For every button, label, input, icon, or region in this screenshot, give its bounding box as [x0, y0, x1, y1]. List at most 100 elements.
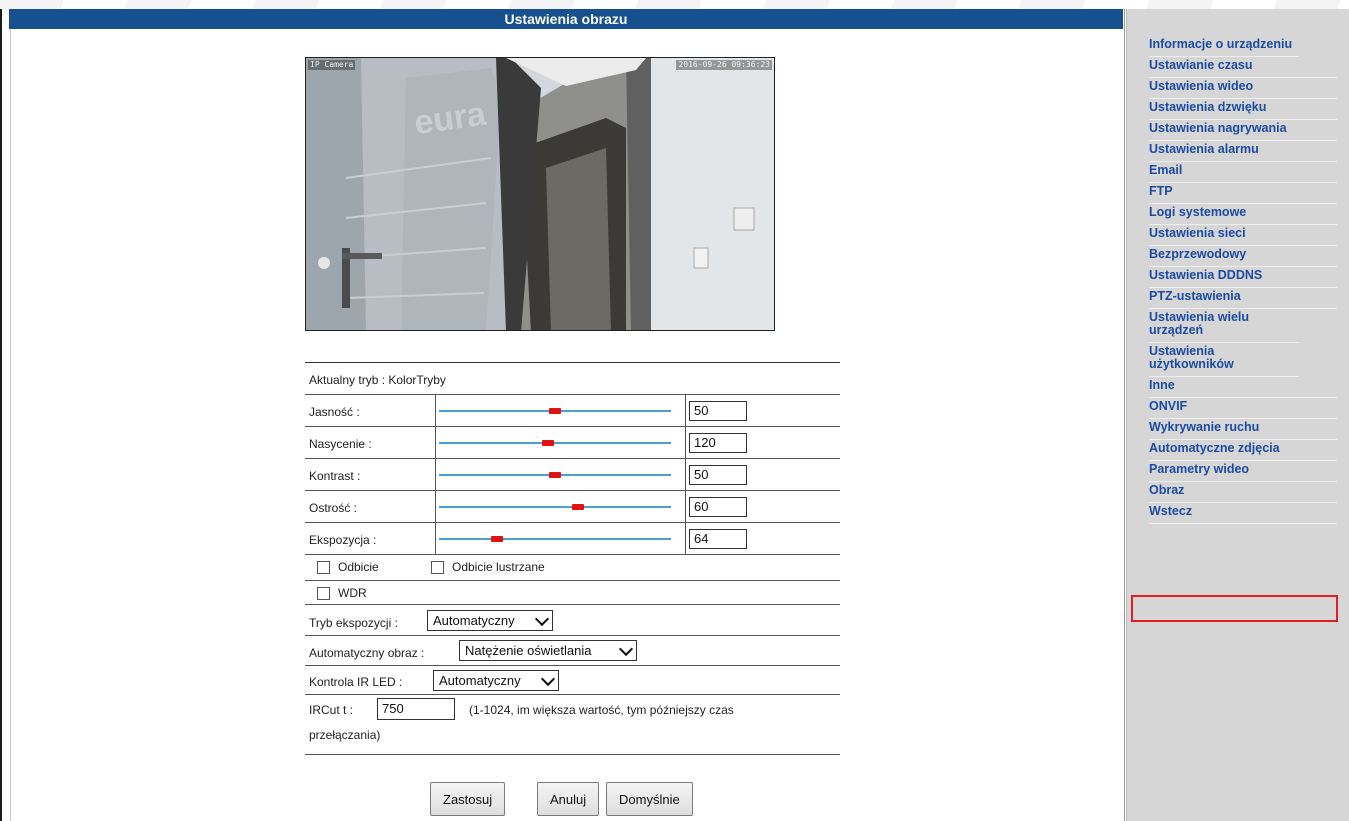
mirror-row: Odbicie Odbicie lustrzane	[305, 555, 840, 581]
odbicie-lustrzane-label: Odbicie lustrzane	[452, 560, 545, 574]
cell-divider	[685, 459, 686, 490]
ir-led-value: Automatyczny	[439, 673, 521, 688]
chevron-down-icon	[618, 641, 634, 657]
sidebar-item-ustawienia-dddns[interactable]: Ustawienia DDDNS	[1149, 267, 1337, 288]
slider-track[interactable]	[439, 442, 671, 444]
slider-row: Jasność : 50	[305, 395, 840, 427]
sidebar: Informacje o urządzeniu Ustawianie czasu U…	[1126, 9, 1349, 821]
odbicie-lustrzane-checkbox[interactable]	[431, 561, 444, 575]
cancel-button[interactable]: Anuluj	[537, 782, 600, 816]
sidebar-item-automatyczne-zdjecia[interactable]: Automatyczne zdjęcia	[1149, 440, 1337, 461]
camera-preview-image: eura	[306, 58, 774, 330]
current-mode-label: Aktualny tryb : KolorTryby	[309, 373, 446, 387]
odbicie-checkbox-wrap[interactable]: Odbicie	[317, 560, 379, 575]
top-decorative-strip	[0, 0, 1349, 9]
odbicie-lustrzane-checkbox-wrap[interactable]: Odbicie lustrzane	[431, 560, 545, 575]
slider-row: Kontrast : 50	[305, 459, 840, 491]
ir-led-select[interactable]: Automatyczny	[433, 670, 559, 691]
cell-divider	[685, 395, 686, 426]
cell-divider	[435, 491, 436, 522]
slider-value-input[interactable]: 50	[689, 401, 747, 421]
slider-track[interactable]	[439, 538, 671, 540]
sidebar-item-ptz-ustawienia[interactable]: PTZ-ustawienia	[1149, 288, 1337, 309]
odbicie-checkbox[interactable]	[317, 561, 330, 575]
slider-label: Ekspozycja :	[309, 533, 377, 547]
active-item-highlight	[1131, 595, 1338, 622]
sidebar-item-inne[interactable]: Inne	[1149, 377, 1337, 398]
sidebar-item-informacje-o-urzadzeniu[interactable]: Informacje o urządzeniu	[1149, 36, 1299, 57]
slider-row: Ekspozycja : 64	[305, 523, 840, 555]
slider-thumb[interactable]	[542, 440, 554, 446]
cell-divider	[435, 459, 436, 490]
exposure-mode-select[interactable]: Automatyczny	[427, 610, 553, 631]
slider-label: Jasność :	[309, 405, 360, 419]
osd-camera-name: IP Camera	[308, 60, 356, 70]
current-mode-row: Aktualny tryb : KolorTryby	[305, 363, 840, 395]
auto-image-label: Automatyczny obraz :	[309, 646, 425, 660]
osd-timestamp: 2016-09-26 09:36:23	[676, 60, 772, 70]
auto-image-row: Automatyczny obraz : Natężenie oświetlan…	[305, 636, 840, 666]
chevron-down-icon	[540, 671, 556, 687]
cell-divider	[685, 523, 686, 554]
slider-row: Ostrość : 60	[305, 491, 840, 523]
auto-image-value: Natężenie oświetlania	[465, 643, 592, 658]
sidebar-item-wstecz[interactable]: Wstecz	[1149, 503, 1337, 524]
exposure-mode-row: Tryb ekspozycji : Automatyczny	[305, 605, 840, 636]
page-title: Ustawienia obrazu	[9, 9, 1123, 29]
image-settings-table: Aktualny tryb : KolorTryby Jasność : 50 Na…	[305, 362, 840, 755]
slider-label: Ostrość :	[309, 501, 358, 515]
sidebar-item-ustawienia-wideo[interactable]: Ustawienia wideo	[1149, 78, 1337, 99]
slider-thumb[interactable]	[572, 504, 584, 510]
camera-preview: eura IP Camera 2016-09-26 09:36:23	[305, 57, 775, 331]
sidebar-item-ustawienia-dzwieku[interactable]: Ustawienia dzwięku	[1149, 99, 1337, 120]
slider-label: Nasycenie :	[309, 437, 372, 451]
slider-label: Kontrast :	[309, 469, 361, 483]
cell-divider	[685, 427, 686, 458]
wdr-row: WDR	[305, 581, 840, 605]
sidebar-item-logi-systemowe[interactable]: Logi systemowe	[1149, 204, 1337, 225]
ir-led-row: Kontrola IR LED : Automatyczny	[305, 666, 840, 695]
wdr-checkbox[interactable]	[317, 587, 330, 601]
slider-row: Nasycenie : 120	[305, 427, 840, 459]
exposure-mode-value: Automatyczny	[433, 613, 515, 628]
odbicie-label: Odbicie	[338, 560, 379, 574]
cell-divider	[435, 523, 436, 554]
sidebar-item-ustawienia-wielu-urzadzen[interactable]: Ustawienia wielu urządzeń	[1149, 309, 1299, 343]
sidebar-item-bezprzewodowy[interactable]: Bezprzewodowy	[1149, 246, 1337, 267]
slider-value-input[interactable]: 60	[689, 497, 747, 517]
sidebar-item-ftp[interactable]: FTP	[1149, 183, 1337, 204]
sidebar-item-wykrywanie-ruchu[interactable]: Wykrywanie ruchu	[1149, 419, 1337, 440]
sidebar-item-ustawienia-uzytkownikow[interactable]: Ustawienia użytkowników	[1149, 343, 1299, 377]
ircut-hint-line2: przełączania)	[309, 728, 381, 742]
ircut-row: IRCut t : 750 (1-1024, im większa wartoś…	[305, 695, 840, 755]
slider-value-input[interactable]: 50	[689, 465, 747, 485]
sidebar-item-obraz[interactable]: Obraz	[1149, 482, 1337, 503]
slider-thumb[interactable]	[549, 408, 561, 414]
apply-button[interactable]: Zastosuj	[430, 782, 506, 816]
cell-divider	[435, 427, 436, 458]
ircut-input[interactable]: 750	[377, 698, 455, 720]
ircut-hint-line1: (1-1024, im większa wartość, tym później…	[469, 703, 734, 717]
sidebar-item-ustawienia-alarmu[interactable]: Ustawienia alarmu	[1149, 141, 1337, 162]
cell-divider	[685, 491, 686, 522]
sidebar-item-onvif[interactable]: ONVIF	[1149, 398, 1337, 419]
sidebar-item-parametry-wideo[interactable]: Parametry wideo	[1149, 461, 1337, 482]
sidebar-item-ustawianie-czasu[interactable]: Ustawianie czasu	[1149, 57, 1337, 78]
ir-led-label: Kontrola IR LED :	[309, 675, 403, 689]
slider-value-input[interactable]: 64	[689, 529, 747, 549]
defaults-button[interactable]: Domyślnie	[606, 782, 693, 816]
slider-thumb[interactable]	[549, 472, 561, 478]
wdr-label: WDR	[338, 586, 367, 600]
sidebar-item-ustawienia-sieci[interactable]: Ustawienia sieci	[1149, 225, 1337, 246]
sidebar-item-email[interactable]: Email	[1149, 162, 1337, 183]
chevron-down-icon	[534, 611, 550, 627]
cell-divider	[435, 395, 436, 426]
slider-value-input[interactable]: 120	[689, 433, 747, 453]
slider-track[interactable]	[439, 506, 671, 508]
exposure-mode-label: Tryb ekspozycji :	[309, 616, 398, 630]
slider-thumb[interactable]	[491, 536, 503, 542]
auto-image-select[interactable]: Natężenie oświetlania	[459, 640, 637, 661]
sidebar-menu: Informacje o urządzeniu Ustawianie czasu U…	[1149, 36, 1337, 524]
sidebar-item-ustawienia-nagrywania[interactable]: Ustawienia nagrywania	[1149, 120, 1337, 141]
wdr-checkbox-wrap[interactable]: WDR	[317, 586, 367, 601]
